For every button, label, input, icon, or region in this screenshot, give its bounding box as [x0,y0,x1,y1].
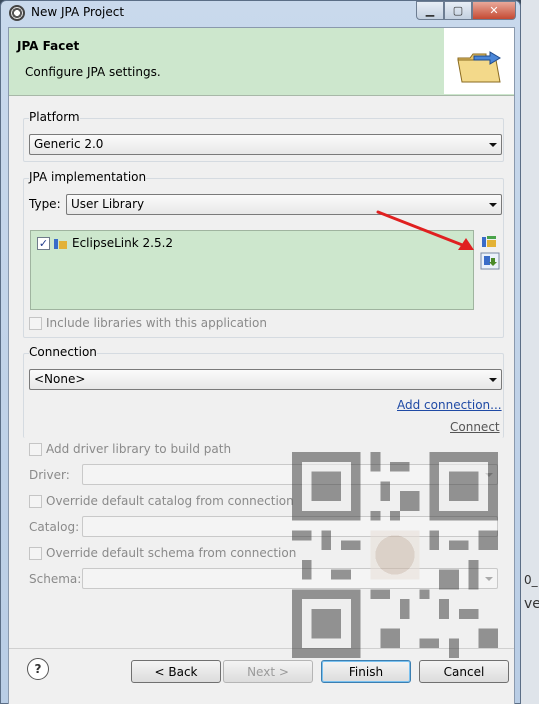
override-schema-option[interactable]: Override default schema from connection [29,546,296,560]
maximize-button[interactable]: ▢ [444,1,472,20]
qr-code-watermark [292,452,498,658]
add-driver-option[interactable]: Add driver library to build path [29,442,231,456]
red-annotation-arrow [376,210,474,250]
catalog-label: Catalog: [29,520,80,534]
connect-link[interactable]: Connect [450,420,500,434]
chevron-down-icon[interactable] [489,143,497,147]
add-driver-checkbox[interactable] [29,442,42,456]
override-catalog-option[interactable]: Override default catalog from connection [29,494,294,508]
platform-selected-value: Generic 2.0 [34,137,104,151]
include-libraries-option[interactable]: Include libraries with this application [29,316,267,330]
override-schema-checkbox[interactable] [29,546,42,560]
finish-button[interactable]: Finish [321,660,411,683]
include-libraries-checkbox[interactable] [29,316,42,330]
override-catalog-checkbox[interactable] [29,494,42,508]
next-button[interactable]: Next > [223,660,313,683]
library-icon [54,238,68,249]
wizard-banner [444,28,514,94]
connection-group-label: Connection [29,345,97,359]
window-title: New JPA Project [31,5,125,19]
wizard-header: JPA Facet Configure JPA settings. [9,28,514,96]
connection-combo[interactable]: <None> [29,369,502,390]
include-libraries-label: Include libraries with this application [46,316,267,330]
cancel-button[interactable]: Cancel [419,660,509,683]
chevron-down-icon[interactable] [489,378,497,382]
add-connection-link[interactable]: Add connection... [397,398,502,412]
type-label: Type: [29,197,61,211]
chevron-down-icon[interactable] [489,203,497,207]
back-button[interactable]: < Back [131,660,221,683]
list-item[interactable]: ✓ EclipseLink 2.5.2 [37,236,173,250]
title-bar[interactable]: New JPA Project ▁ ▢ ✕ [1,1,520,25]
minimize-button[interactable]: ▁ [416,1,444,20]
driver-label: Driver: [29,468,70,482]
platform-group-label: Platform [29,110,80,124]
add-driver-label: Add driver library to build path [46,442,232,456]
override-schema-label: Override default schema from connection [46,546,297,560]
folder-with-arrow-icon [457,51,501,83]
page-description: Configure JPA settings. [25,65,161,79]
connection-selected-value: <None> [34,372,86,386]
connection-group [23,353,504,438]
schema-label: Schema: [29,572,82,586]
page-title: JPA Facet [17,39,80,53]
eclipse-app-icon [9,5,25,21]
jpa-implementation-group-label: JPA implementation [29,170,147,184]
help-button[interactable]: ? [27,658,49,680]
library-name: EclipseLink 2.5.2 [72,236,174,250]
type-selected-value: User Library [71,197,145,211]
background-text: 0_ [524,573,538,587]
close-button[interactable]: ✕ [472,1,516,20]
background-text: ve [524,596,539,612]
library-checkbox[interactable]: ✓ [37,236,50,250]
override-catalog-label: Override default catalog from connection [46,494,294,508]
platform-combo[interactable]: Generic 2.0 [29,134,502,155]
